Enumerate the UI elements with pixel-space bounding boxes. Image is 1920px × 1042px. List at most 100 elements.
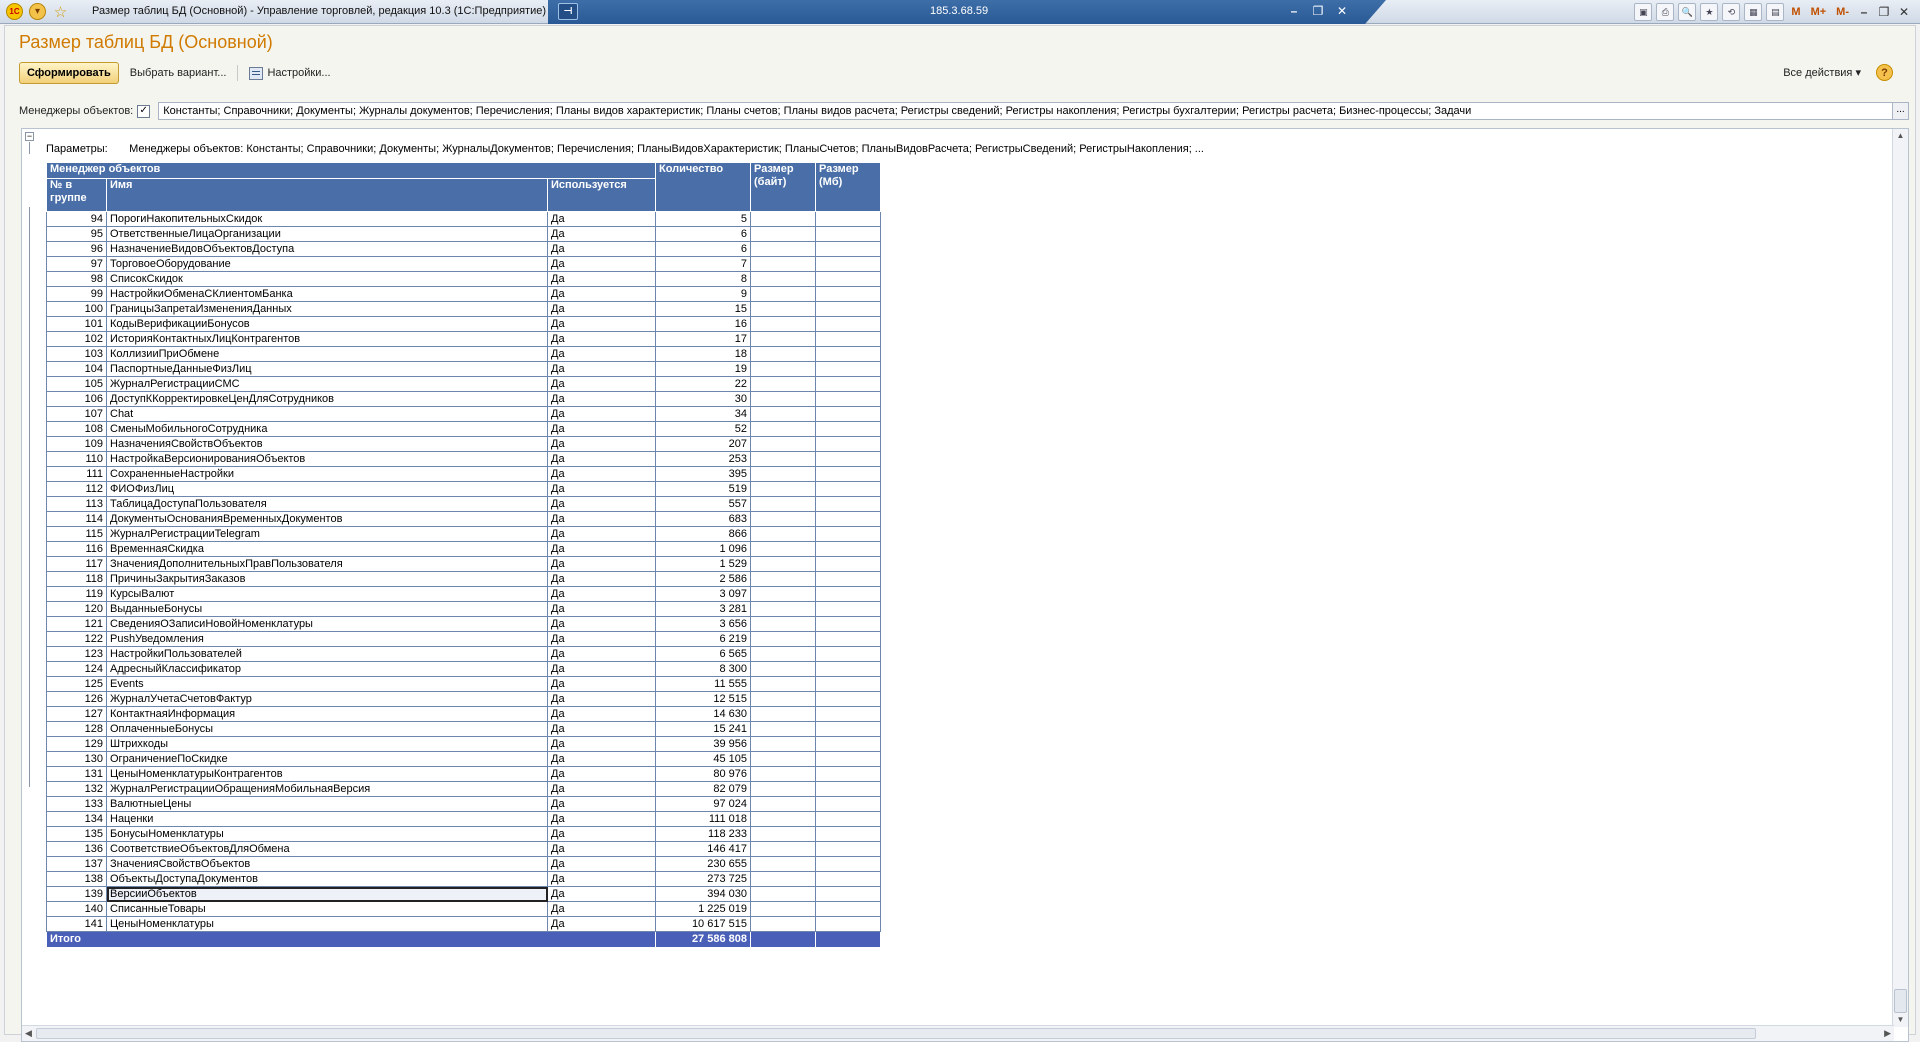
memory-button[interactable]: M — [1788, 6, 1803, 18]
cell-size-bytes[interactable] — [750, 631, 816, 647]
cell-number[interactable]: 126 — [46, 691, 107, 707]
save-icon[interactable]: ▣ — [1634, 3, 1653, 21]
cell-size-mb[interactable] — [815, 391, 881, 407]
cell-number[interactable]: 94 — [46, 211, 107, 227]
cell-size-mb[interactable] — [815, 301, 881, 317]
cell-size-bytes[interactable] — [750, 271, 816, 287]
cell-used[interactable]: Да — [547, 451, 656, 467]
cell-name[interactable]: ВыданныеБонусы — [106, 601, 548, 617]
cell-number[interactable]: 107 — [46, 406, 107, 422]
cell-size-bytes[interactable] — [750, 241, 816, 257]
cell-number[interactable]: 108 — [46, 421, 107, 437]
cell-number[interactable]: 137 — [46, 856, 107, 872]
cell-size-mb[interactable] — [815, 901, 881, 917]
cell-size-mb[interactable] — [815, 751, 881, 767]
memory-minus-button[interactable]: M- — [1833, 6, 1852, 18]
cell-size-mb[interactable] — [815, 211, 881, 227]
cell-used[interactable]: Да — [547, 796, 656, 812]
table-row[interactable]: 116 ВременнаяСкидка Да 1 096 — [46, 541, 881, 557]
calculator-icon[interactable]: ▦ — [1744, 3, 1763, 21]
table-row[interactable]: 94 ПорогиНакопительныхСкидок Да 5 — [46, 211, 881, 227]
cell-name[interactable]: ТаблицаДоступаПользователя — [106, 496, 548, 512]
cell-count[interactable]: 10 617 515 — [655, 916, 751, 932]
cell-size-mb[interactable] — [815, 256, 881, 272]
cell-used[interactable]: Да — [547, 571, 656, 587]
cell-used[interactable]: Да — [547, 856, 656, 872]
cell-size-mb[interactable] — [815, 736, 881, 752]
table-row[interactable]: 127 КонтактнаяИнформация Да 14 630 — [46, 706, 881, 722]
cell-used[interactable]: Да — [547, 586, 656, 602]
table-row[interactable]: 106 ДоступККорректировкеЦенДляСотрудников… — [46, 391, 881, 407]
cell-number[interactable]: 117 — [46, 556, 107, 572]
cell-name[interactable]: ПорогиНакопительныхСкидок — [106, 211, 548, 227]
cell-count[interactable]: 3 281 — [655, 601, 751, 617]
table-row[interactable]: 128 ОплаченныеБонусы Да 15 241 — [46, 721, 881, 737]
cell-used[interactable]: Да — [547, 826, 656, 842]
cell-size-mb[interactable] — [815, 586, 881, 602]
remote-minimize-icon[interactable]: – — [1286, 3, 1302, 19]
cell-name[interactable]: КонтактнаяИнформация — [106, 706, 548, 722]
cell-name[interactable]: СоответствиеОбъектовДляОбмена — [106, 841, 548, 857]
cell-used[interactable]: Да — [547, 721, 656, 737]
cell-count[interactable]: 866 — [655, 526, 751, 542]
cell-name[interactable]: СохраненныеНастройки — [106, 466, 548, 482]
cell-name[interactable]: ВалютныеЦены — [106, 796, 548, 812]
cell-size-mb[interactable] — [815, 271, 881, 287]
cell-name[interactable]: ЦеныНоменклатурыКонтрагентов — [106, 766, 548, 782]
cell-count[interactable]: 5 — [655, 211, 751, 227]
cell-name[interactable]: ЗначенияСвойствОбъектов — [106, 856, 548, 872]
table-row[interactable]: 118 ПричиныЗакрытияЗаказов Да 2 586 — [46, 571, 881, 587]
cell-size-mb[interactable] — [815, 766, 881, 782]
cell-number[interactable]: 136 — [46, 841, 107, 857]
cell-size-mb[interactable] — [815, 886, 881, 902]
table-row[interactable]: 104 ПаспортныеДанныеФизЛиц Да 19 — [46, 361, 881, 377]
cell-number[interactable]: 99 — [46, 286, 107, 302]
cell-used[interactable]: Да — [547, 211, 656, 227]
cell-used[interactable]: Да — [547, 511, 656, 527]
cell-count[interactable]: 30 — [655, 391, 751, 407]
cell-size-bytes[interactable] — [750, 616, 816, 632]
cell-number[interactable]: 100 — [46, 301, 107, 317]
table-row[interactable]: 131 ЦеныНоменклатурыКонтрагентов Да 80 976 — [46, 766, 881, 782]
cell-count[interactable]: 2 586 — [655, 571, 751, 587]
cell-size-mb[interactable] — [815, 856, 881, 872]
add-favorite-icon[interactable]: ★ — [1700, 3, 1719, 21]
table-row[interactable]: 114 ДокументыОснованияВременныхДокументов… — [46, 511, 881, 527]
cell-number[interactable]: 121 — [46, 616, 107, 632]
cell-size-bytes[interactable] — [750, 586, 816, 602]
cell-size-mb[interactable] — [815, 616, 881, 632]
cell-size-mb[interactable] — [815, 436, 881, 452]
table-row[interactable]: 121 СведенияОЗаписиНовойНоменклатуры Да 3 6… — [46, 616, 881, 632]
cell-count[interactable]: 12 515 — [655, 691, 751, 707]
cell-size-bytes[interactable] — [750, 496, 816, 512]
cell-size-mb[interactable] — [815, 706, 881, 722]
cell-size-bytes[interactable] — [750, 811, 816, 827]
cell-size-bytes[interactable] — [750, 376, 816, 392]
horizontal-scrollbar[interactable]: ◀ ▶ — [22, 1025, 1894, 1041]
cell-size-mb[interactable] — [815, 841, 881, 857]
cell-used[interactable]: Да — [547, 556, 656, 572]
cell-number[interactable]: 115 — [46, 526, 107, 542]
cell-name[interactable]: ОбъектыДоступаДокументов — [106, 871, 548, 887]
cell-used[interactable]: Да — [547, 331, 656, 347]
cell-name[interactable]: ФИОФизЛиц — [106, 481, 548, 497]
cell-name[interactable]: ДоступККорректировкеЦенДляСотрудников — [106, 391, 548, 407]
filter-checkbox[interactable]: ✓ — [137, 104, 151, 118]
cell-name[interactable]: НастройкиПользователей — [106, 646, 548, 662]
cell-name[interactable]: ЖурналРегистрацииОбращенияМобильнаяВерси… — [106, 781, 548, 797]
cell-size-bytes[interactable] — [750, 691, 816, 707]
cell-number[interactable]: 140 — [46, 901, 107, 917]
cell-size-mb[interactable] — [815, 226, 881, 242]
table-row[interactable]: 101 КодыВерификацииБонусов Да 16 — [46, 316, 881, 332]
cell-number[interactable]: 132 — [46, 781, 107, 797]
cell-size-bytes[interactable] — [750, 526, 816, 542]
cell-name[interactable]: СписанныеТовары — [106, 901, 548, 917]
table-row[interactable]: 126 ЖурналУчетаСчетовФактур Да 12 515 — [46, 691, 881, 707]
table-row[interactable]: 132 ЖурналРегистрацииОбращенияМобильнаяВе… — [46, 781, 881, 797]
cell-used[interactable]: Да — [547, 676, 656, 692]
table-row[interactable]: 96 НазначениеВидовОбъектовДоступа Да 6 — [46, 241, 881, 257]
cell-size-mb[interactable] — [815, 796, 881, 812]
cell-name[interactable]: НастройкаВерсионированияОбъектов — [106, 451, 548, 467]
cell-used[interactable]: Да — [547, 346, 656, 362]
cell-count[interactable]: 146 417 — [655, 841, 751, 857]
